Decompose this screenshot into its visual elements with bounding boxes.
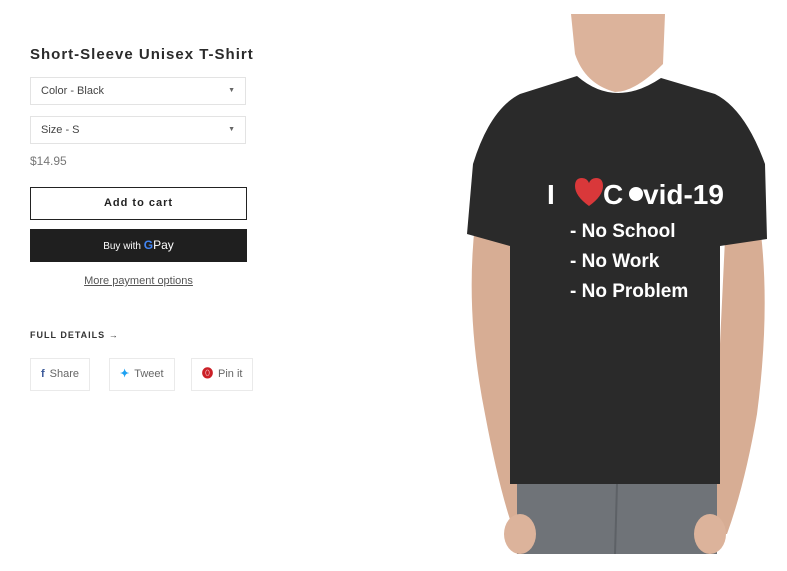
chevron-down-icon: ▼ (228, 87, 235, 94)
color-select[interactable]: Color - Black ▼ (30, 77, 246, 105)
share-facebook-button[interactable]: f Share (30, 358, 91, 391)
google-pay-button[interactable]: Buy with GPay (30, 229, 247, 262)
add-to-cart-button[interactable]: Add to cart (30, 187, 247, 220)
svg-text:C: C (603, 179, 623, 210)
svg-text:- No Work: - No Work (570, 251, 660, 272)
product-image: I C vid-19 - No School - No Work - No Pr… (465, 14, 770, 554)
svg-text:I: I (547, 179, 555, 210)
google-g-icon: G (143, 238, 154, 252)
gpay-label: Pay (153, 238, 174, 252)
full-details-link[interactable]: FULL DETAILS → (30, 330, 119, 340)
gpay-prefix: Buy with (103, 241, 141, 252)
twitter-icon: ✦ (120, 368, 130, 380)
arrow-right-icon: → (108, 330, 119, 340)
svg-text:- No Problem: - No Problem (570, 281, 688, 302)
color-select-value: Color - Black (41, 85, 104, 97)
svg-text:vid-19: vid-19 (643, 179, 724, 210)
product-title: Short-Sleeve Unisex T-Shirt (30, 46, 254, 63)
share-facebook-label: Share (49, 368, 80, 380)
pinterest-icon: ⓿ (202, 368, 213, 380)
product-price: $14.95 (30, 154, 67, 168)
more-payment-options-link[interactable]: More payment options (30, 275, 247, 287)
svg-text:- No School: - No School (570, 221, 676, 242)
share-pinterest-button[interactable]: ⓿ Pin it (191, 358, 254, 391)
share-twitter-label: Tweet (134, 368, 164, 380)
size-select-value: Size - S (41, 124, 80, 136)
full-details-label: FULL DETAILS (30, 330, 106, 340)
facebook-icon: f (41, 368, 45, 380)
share-pinterest-label: Pin it (218, 368, 243, 380)
virus-icon (629, 187, 643, 201)
tshirt-photo: I C vid-19 - No School - No Work - No Pr… (467, 14, 767, 554)
share-twitter-button[interactable]: ✦ Tweet (109, 358, 175, 391)
size-select[interactable]: Size - S ▼ (30, 116, 246, 144)
chevron-down-icon: ▼ (228, 126, 235, 133)
